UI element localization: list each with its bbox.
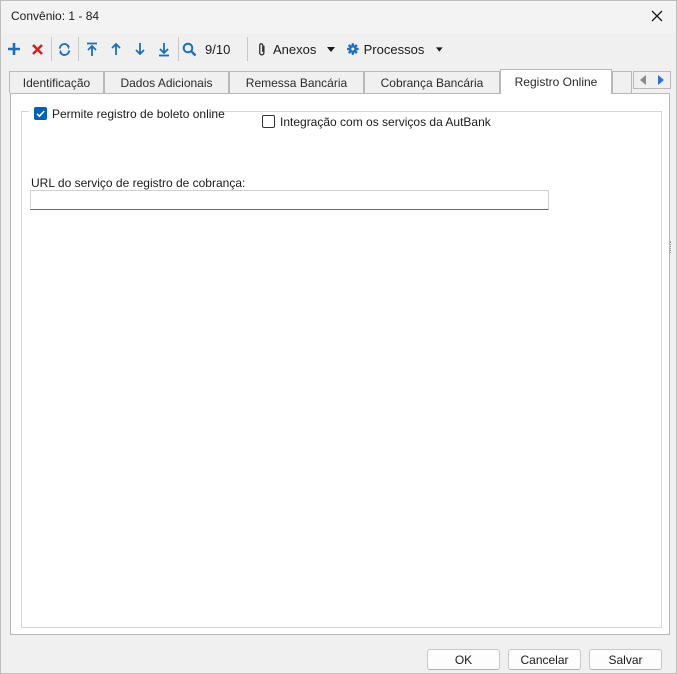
search-icon <box>182 42 197 56</box>
toolbar-separator <box>247 37 248 61</box>
tab-overflow[interactable] <box>612 71 632 93</box>
tab-label: Registro Online <box>514 75 598 89</box>
gear-icon <box>347 43 359 55</box>
tab-label: Remessa Bancária <box>245 75 348 90</box>
attachments-label: Anexos <box>273 41 317 57</box>
checkmark-icon <box>36 110 45 118</box>
triangle-left-icon <box>640 75 646 85</box>
tab-scroll-buttons <box>633 71 671 89</box>
arrow-to-top-icon <box>87 42 97 56</box>
tab-remessa-bancaria[interactable]: Remessa Bancária <box>229 71 364 93</box>
window-title: Convênio: 1 - 84 <box>11 9 100 23</box>
tab-panel-registro-online: Permite registro de boleto online Integr… <box>10 93 670 635</box>
toolbar: 9/10 Anexos Processos <box>1 33 676 65</box>
cancel-label: Cancelar <box>520 652 569 667</box>
dialog-window: Convênio: 1 - 84 9/10 Anexos Processos I… <box>0 0 677 674</box>
paperclip-icon <box>259 42 265 55</box>
refresh-button[interactable] <box>54 37 74 61</box>
close-button[interactable] <box>644 4 670 28</box>
toolbar-separator <box>178 37 179 61</box>
tab-registro-online[interactable]: Registro Online <box>500 69 612 94</box>
caret-down-icon <box>436 46 443 52</box>
title-bar: Convênio: 1 - 84 <box>1 1 676 33</box>
tab-scroll-left-button[interactable] <box>634 72 652 88</box>
arrow-up-icon <box>111 42 121 55</box>
add-button[interactable] <box>4 37 24 61</box>
record-position: 9/10 <box>205 41 231 57</box>
tab-identificacao[interactable]: Identificação <box>9 71 104 93</box>
attachments-dropdown[interactable]: Anexos <box>257 37 339 61</box>
tab-label: Dados Adicionais <box>120 75 213 90</box>
caret-down-icon <box>327 46 336 52</box>
triangle-right-icon <box>658 75 664 85</box>
allow-online-registration-label: Permite registro de boleto online <box>52 107 225 121</box>
tab-cobranca-bancaria[interactable]: Cobrança Bancária <box>364 71 500 93</box>
delete-x-icon <box>31 43 43 55</box>
first-record-button[interactable] <box>82 37 102 61</box>
tab-strip: Identificação Dados Adicionais Remessa B… <box>1 69 676 94</box>
autbank-integration-checkbox[interactable] <box>262 115 275 128</box>
toolbar-separator <box>78 37 79 61</box>
ok-button[interactable]: OK <box>427 649 500 670</box>
arrow-to-bottom-icon <box>159 42 169 56</box>
cancel-button[interactable]: Cancelar <box>508 649 581 670</box>
previous-record-button[interactable] <box>106 37 126 61</box>
save-label: Salvar <box>608 652 643 667</box>
ok-label: OK <box>454 652 473 667</box>
refresh-icon <box>58 42 70 56</box>
resize-grip[interactable] <box>670 241 672 253</box>
processes-dropdown[interactable]: Processos <box>347 37 443 61</box>
url-field-label: URL do serviço de registro de cobrança: <box>31 176 246 190</box>
delete-button[interactable] <box>27 37 47 61</box>
arrow-down-icon <box>135 43 145 56</box>
autbank-integration-label: Integração com os serviços da AutBank <box>280 115 491 129</box>
plus-icon <box>8 43 20 55</box>
last-record-button[interactable] <box>154 37 174 61</box>
search-button[interactable]: 9/10 <box>182 37 242 61</box>
toolbar-separator <box>51 37 52 61</box>
tab-label: Identificação <box>22 75 91 90</box>
close-icon <box>651 10 663 22</box>
allow-online-registration-checkbox[interactable] <box>34 107 47 120</box>
registration-url-input[interactable] <box>30 190 549 210</box>
processes-label: Processos <box>363 41 425 57</box>
tab-label: Cobrança Bancária <box>380 75 484 90</box>
save-button[interactable]: Salvar <box>589 649 662 670</box>
tab-dados-adicionais[interactable]: Dados Adicionais <box>104 71 229 93</box>
next-record-button[interactable] <box>130 37 150 61</box>
tab-scroll-right-button[interactable] <box>652 72 670 88</box>
